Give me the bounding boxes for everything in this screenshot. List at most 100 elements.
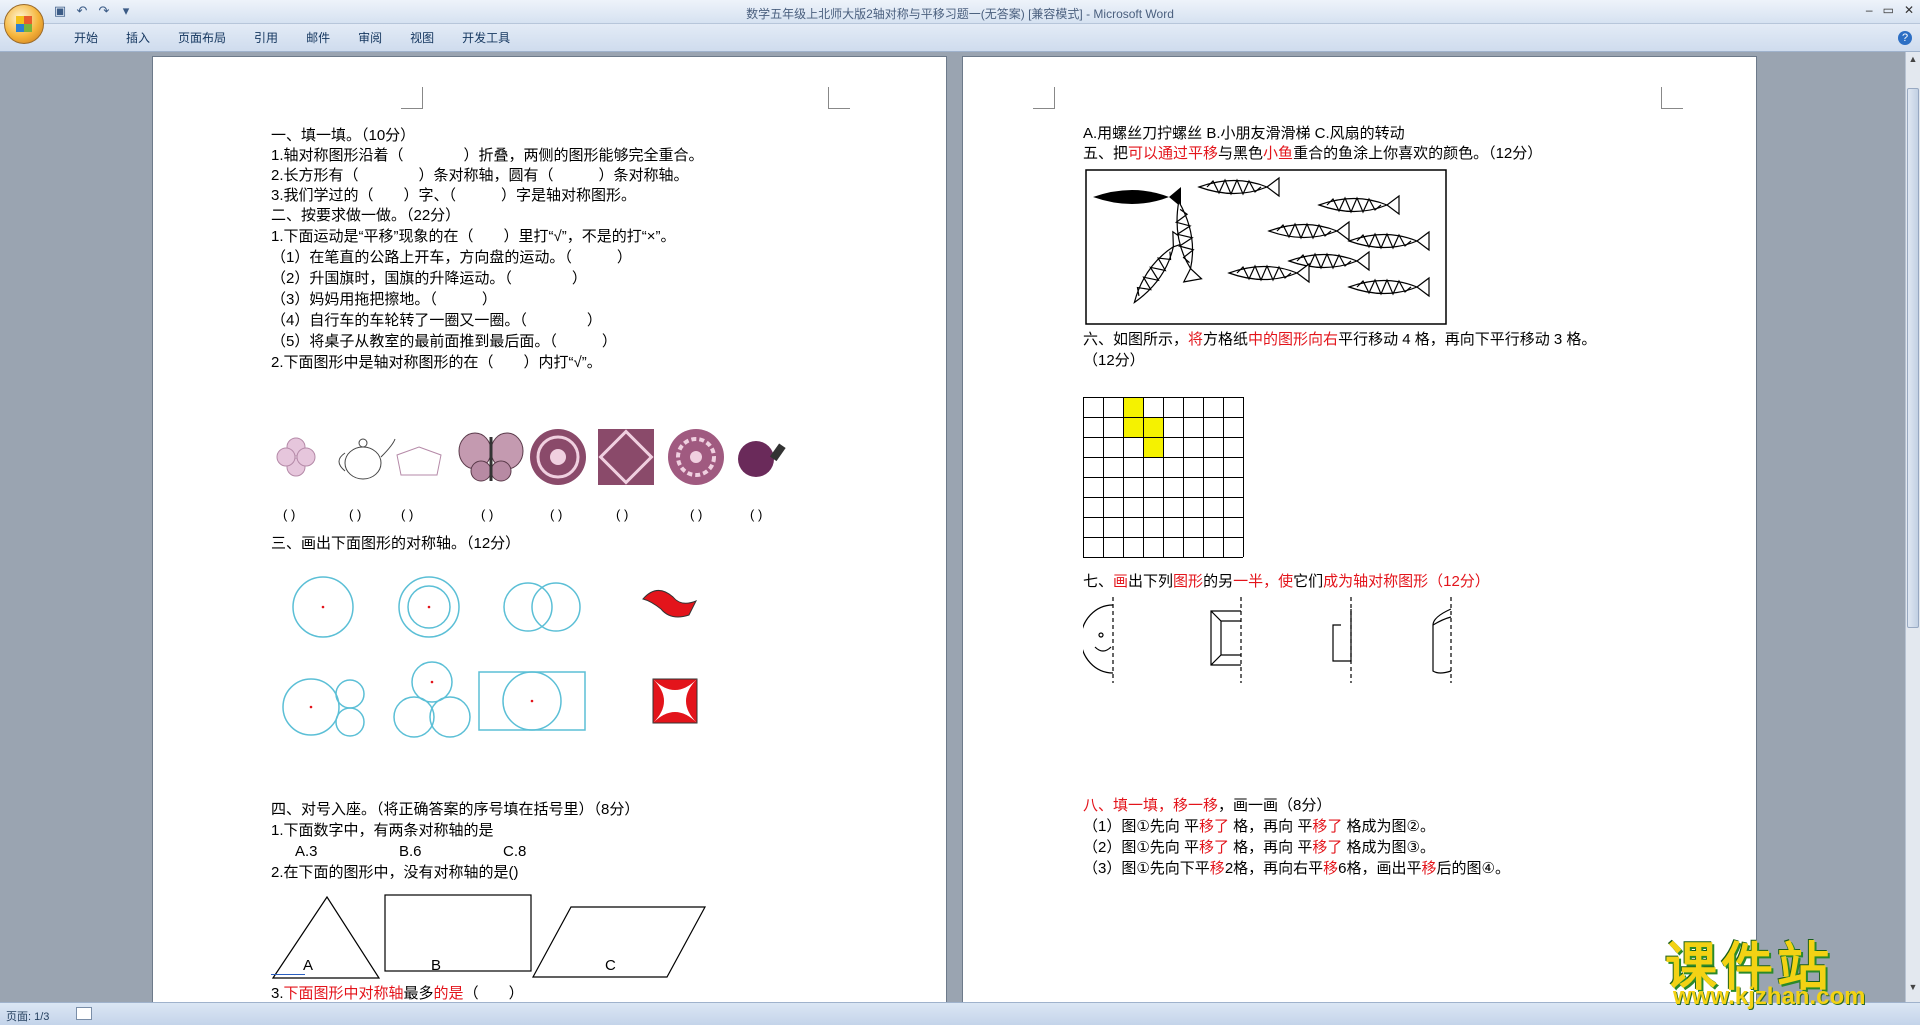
tab-6[interactable]: 视图 — [396, 30, 448, 46]
document-page-1[interactable]: 一、填一填。（10分） 1.轴对称图形沿着（ ）折叠，两侧的图形能够完全重合。 … — [152, 56, 947, 1002]
tab-0[interactable]: 开始 — [60, 30, 112, 46]
q83-red: 移 — [1209, 860, 1225, 877]
margin-corner — [401, 87, 423, 109]
fish-picture — [1085, 169, 1447, 325]
section-5-heading: 五、把可以通过平移与黑色小鱼重合的鱼涂上你喜欢的颜色。（12分） — [1083, 145, 1542, 163]
vertical-scrollbar[interactable]: ▲ ▼ — [1905, 52, 1920, 1002]
q43-text: 最多 — [403, 985, 434, 1002]
q83-part: 2格，再向右平 — [1224, 860, 1324, 877]
half-figures — [1083, 597, 1452, 683]
page-count[interactable]: 页面: 1/3 — [6, 1008, 49, 1024]
close-icon[interactable]: ✕ — [1904, 3, 1914, 17]
flower-image — [276, 437, 316, 477]
tab-3[interactable]: 引用 — [240, 30, 292, 46]
q81-part: （1）图①先向 平 — [1083, 818, 1199, 835]
q82-part: 格，再向 平 — [1228, 839, 1313, 856]
s6-part: 方格纸 — [1203, 331, 1249, 348]
tab-2[interactable]: 页面布局 — [164, 30, 240, 46]
answer-paren: ( ) — [550, 507, 563, 522]
question-2-2: 2.下面图形中是轴对称图形的在（ ）内打“√”。 — [271, 354, 602, 371]
answer-paren: ( ) — [283, 507, 296, 522]
label-b: B — [431, 957, 442, 974]
q81-red: 移了 — [1198, 818, 1229, 835]
q43-red-2: 的是 — [433, 985, 464, 1002]
tab-7[interactable]: 开发工具 — [448, 30, 524, 46]
margin-corner — [1661, 87, 1683, 109]
option-a: A.3 — [295, 843, 318, 860]
margin-corner — [1033, 87, 1055, 109]
s6-red: 中的图形向右 — [1248, 331, 1339, 348]
s6-part: 六、如图所示， — [1083, 331, 1189, 348]
question-8-1: （1）图①先向 平移了 格，再向 平移了 格成为图②。 — [1083, 818, 1435, 836]
question-1-3: 3.我们学过的（ ）字、（ ）字是轴对称图形。 — [271, 187, 637, 204]
s6-part: 平行移动 4 格，再向下平行移动 3 格。 — [1338, 331, 1597, 348]
q82-red: 移了 — [1312, 839, 1343, 856]
option-c: C.8 — [503, 843, 527, 860]
help-icon[interactable]: ? — [1898, 31, 1912, 45]
paddle-image — [738, 441, 786, 477]
document-workspace: 一、填一填。（10分） 1.轴对称图形沿着（ ）折叠，两侧的图形能够完全重合。 … — [0, 52, 1905, 1002]
tab-5[interactable]: 审阅 — [344, 30, 396, 46]
s7-part: 出下列 — [1128, 573, 1174, 590]
margin-corner — [828, 87, 850, 109]
q82-red: 移了 — [1198, 839, 1229, 856]
office-logo-icon — [16, 16, 32, 32]
section-7-heading: 七、画出下列图形的另一半，使它们成为轴对称图形（12分） — [1083, 573, 1490, 591]
s7-red: 画 — [1113, 573, 1129, 590]
q82-part: （2）图①先向 平 — [1083, 839, 1199, 856]
q43-red-1: 下面图形中对称轴 — [283, 985, 404, 1002]
shape-pictures — [276, 429, 786, 485]
s6-red: 将 — [1188, 331, 1204, 348]
s7-part: 的另 — [1203, 573, 1234, 590]
scroll-thumb[interactable] — [1907, 88, 1919, 628]
question-2-1: 1.下面运动是“平移”现象的在（ ）里打“√”，不是的打“×”。 — [271, 228, 676, 245]
s8-red: 八、填一填，移一移 — [1083, 797, 1219, 814]
q81-part: 格，再向 平 — [1228, 818, 1313, 835]
title-bar: ▣ ↶ ↷ ▾ 数学五年级上北师大版2轴对称与平移习题一(无答案) [兼容模式]… — [0, 0, 1920, 24]
minimize-icon[interactable]: – — [1866, 3, 1873, 17]
s7-red: 图形 — [1173, 573, 1204, 590]
scroll-up-icon[interactable]: ▲ — [1908, 54, 1918, 64]
question-2-1d: （4）自行车的车轮转了一圈又一圈。（ ） — [271, 312, 602, 329]
s5-part: 五、把 — [1083, 145, 1129, 162]
document-page-2[interactable]: A.用螺丝刀拧螺丝 B.小朋友滑滑梯 C.风扇的转动 五、把可以通过平移与黑色小… — [962, 56, 1757, 1002]
ribbon-tabs: 开始 插入 页面布局 引用 邮件 审阅 视图 开发工具 — [60, 30, 524, 46]
proofing-icon[interactable] — [76, 1007, 92, 1020]
s5-red-2: 小鱼 — [1263, 145, 1294, 162]
butterfly-image — [458, 432, 524, 482]
maximize-icon[interactable]: ▭ — [1883, 3, 1894, 17]
tab-4[interactable]: 邮件 — [292, 30, 344, 46]
s5-part: 重合的鱼涂上你喜欢的颜色。（12分） — [1293, 145, 1543, 162]
scroll-down-icon[interactable]: ▼ — [1908, 982, 1918, 992]
section-6-heading: 六、如图所示，将方格纸中的图形向右平行移动 4 格，再向下平行移动 3 格。 — [1083, 331, 1596, 349]
s5-red-1: 可以通过平移 — [1128, 145, 1219, 162]
question-4-3: 3.下面图形中对称轴最多的是（ ） — [271, 985, 524, 1002]
red-square-pattern — [652, 678, 698, 724]
tab-1[interactable]: 插入 — [112, 30, 164, 46]
q83-part: （3）图①先向下平 — [1083, 860, 1210, 877]
pentagon-image — [396, 446, 442, 476]
s8-part: ，画一画（8分） — [1218, 797, 1332, 814]
logo-url: www.kjzhan.com — [1673, 983, 1866, 1010]
question-8-2: （2）图①先向 平移了 格，再向 平移了 格成为图③。 — [1083, 839, 1435, 857]
window-controls: – ▭ ✕ — [1866, 3, 1914, 17]
q43-num: 3. — [271, 985, 284, 1002]
section-3-heading: 三、画出下面图形的对称轴。（12分） — [271, 535, 521, 552]
red-wave-shape — [642, 590, 698, 618]
section-6-points: （12分） — [1083, 352, 1145, 369]
q83-red: 移 — [1323, 860, 1339, 877]
s7-part: 七、 — [1083, 573, 1114, 590]
office-button[interactable] — [4, 4, 44, 44]
round-flower-image — [668, 429, 724, 485]
q81-red: 移了 — [1312, 818, 1343, 835]
question-2-1a: （1）在笔直的公路上开车，方向盘的运动。（ ） — [271, 249, 632, 266]
label-a: A — [303, 957, 314, 974]
q43-paren: （ ） — [463, 985, 524, 1002]
window-title: 数学五年级上北师大版2轴对称与平移习题一(无答案) [兼容模式] - Micro… — [746, 7, 1174, 21]
question-1-1: 1.轴对称图形沿着（ ）折叠，两侧的图形能够完全重合。 — [271, 147, 704, 164]
q81-part: 格成为图②。 — [1342, 818, 1435, 835]
answer-paren: ( ) — [750, 507, 763, 522]
answer-paren: ( ) — [616, 507, 629, 522]
circles-figures — [282, 576, 698, 738]
s7-red: 成为轴对称图形（12分） — [1323, 573, 1490, 590]
